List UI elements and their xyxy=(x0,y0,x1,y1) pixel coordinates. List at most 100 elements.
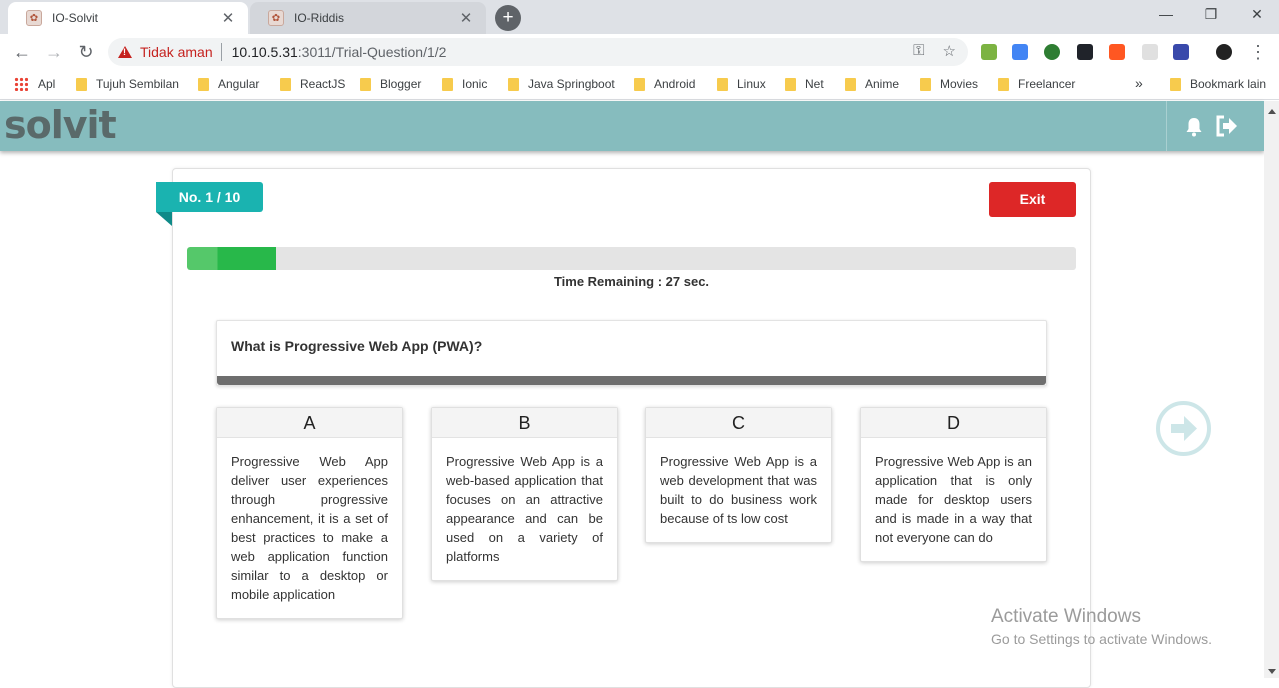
tab-title: IO-Riddis xyxy=(294,11,345,25)
key-icon[interactable]: ⚿ xyxy=(913,42,924,60)
close-icon[interactable]: ✕ xyxy=(458,9,474,27)
answer-option-c[interactable]: C Progressive Web App is a web developme… xyxy=(645,407,832,543)
bookmark-label: Ionic xyxy=(462,77,488,91)
bookmarks-overflow-button[interactable]: » xyxy=(1135,75,1143,91)
folder-icon xyxy=(76,77,87,91)
answer-option-b[interactable]: B Progressive Web App is a web-based app… xyxy=(431,407,618,581)
scroll-up-arrow-icon[interactable] xyxy=(1268,109,1276,114)
bell-icon[interactable] xyxy=(1184,117,1204,137)
option-text: Progressive Web App is an application th… xyxy=(875,454,1032,545)
close-icon[interactable]: ✕ xyxy=(220,9,236,27)
next-question-arrow-icon[interactable] xyxy=(1156,401,1211,456)
bookmark-folder[interactable]: ReactJS xyxy=(280,77,345,91)
bookmark-label: Freelancer xyxy=(1018,77,1076,91)
bookmark-label: Linux xyxy=(737,77,766,91)
bookmark-label: Bookmark lain xyxy=(1190,77,1267,91)
time-progress-bar xyxy=(187,247,1076,270)
browser-tab-strip: ✿ IO-Solvit ✕ ✿ IO-Riddis ✕ + — ❐ ✕ xyxy=(0,0,1279,34)
app-logo[interactable]: solvit xyxy=(4,103,117,147)
folder-icon xyxy=(634,77,645,91)
bookmark-folder[interactable]: Linux xyxy=(717,77,766,91)
back-arrow-icon[interactable]: ← xyxy=(10,40,34,64)
forward-arrow-icon[interactable]: → xyxy=(42,40,66,64)
site-favicon-icon: ✿ xyxy=(26,10,42,26)
time-progress-fill xyxy=(187,247,276,270)
bookmark-folder[interactable]: Net xyxy=(785,77,824,91)
bookmark-label: ReactJS xyxy=(300,77,346,91)
divider xyxy=(220,43,222,61)
option-text: Progressive Web App is a web development… xyxy=(660,454,817,526)
exit-button[interactable]: Exit xyxy=(989,182,1076,217)
flag-extension-icon[interactable] xyxy=(1173,44,1189,60)
star-icon[interactable]: ☆ xyxy=(943,42,956,60)
option-letter: B xyxy=(432,408,617,438)
bookmark-folder[interactable]: Angular xyxy=(198,77,259,91)
question-footer-bar xyxy=(217,376,1046,385)
bookmark-label: Apl xyxy=(38,77,56,91)
scroll-down-arrow-icon[interactable] xyxy=(1268,669,1276,674)
tab-title: IO-Solvit xyxy=(52,11,99,25)
bookmark-label: Net xyxy=(805,77,824,91)
windows-activation-subtitle: Go to Settings to activate Windows. xyxy=(991,631,1212,647)
folder-icon xyxy=(845,77,856,91)
folder-icon xyxy=(360,77,371,91)
folder-icon xyxy=(785,77,796,91)
question-text: What is Progressive Web App (PWA)? xyxy=(231,338,483,354)
bookmark-folder[interactable]: Movies xyxy=(920,77,978,91)
react-devtools-icon[interactable] xyxy=(1077,44,1093,60)
answer-option-d[interactable]: D Progressive Web App is an application … xyxy=(860,407,1047,562)
bookmark-label: Movies xyxy=(940,77,979,91)
folder-icon xyxy=(442,77,453,91)
logout-icon[interactable] xyxy=(1215,115,1239,137)
folder-icon xyxy=(998,77,1009,91)
security-label[interactable]: Tidak aman xyxy=(140,44,213,60)
apps-grid-icon xyxy=(14,77,28,91)
bookmark-apps[interactable]: Apl xyxy=(14,77,55,91)
translate-extension-icon[interactable] xyxy=(1012,44,1028,60)
bookmark-folder[interactable]: Android xyxy=(634,77,695,91)
browser-toolbar: ← → ↻ Tidak aman 10.10.5.31 :3011/Trial-… xyxy=(0,34,1279,70)
address-bar[interactable]: Tidak aman 10.10.5.31 :3011/Trial-Questi… xyxy=(108,38,968,66)
bookmark-folder[interactable]: Blogger xyxy=(360,77,421,91)
url-host: 10.10.5.31 xyxy=(231,44,298,60)
bookmark-label: Java Springboot xyxy=(528,77,615,91)
browser-tab-io-riddis[interactable]: ✿ IO-Riddis ✕ xyxy=(250,2,486,34)
bookmark-label: Android xyxy=(654,77,696,91)
option-letter: D xyxy=(861,408,1046,438)
browser-tab-io-solvit[interactable]: ✿ IO-Solvit ✕ xyxy=(8,2,248,34)
divider xyxy=(1166,101,1167,151)
profile-avatar[interactable] xyxy=(1216,44,1232,60)
option-letter: A xyxy=(217,408,402,438)
off-extension-icon[interactable] xyxy=(1109,44,1125,60)
bookmark-folder[interactable]: Tujuh Sembilan xyxy=(76,77,179,91)
folder-icon xyxy=(508,77,519,91)
bookmark-label: Angular xyxy=(218,77,260,91)
reload-icon[interactable]: ↻ xyxy=(74,40,98,64)
restore-icon[interactable]: ❐ xyxy=(1201,6,1221,23)
menu-kebab-icon[interactable]: ⋮ xyxy=(1246,40,1270,64)
option-text: Progressive Web App deliver user experie… xyxy=(231,454,388,602)
bookmark-other-folder[interactable]: Bookmark lain xyxy=(1170,77,1266,91)
folder-icon xyxy=(280,77,291,91)
bookmark-folder[interactable]: Anime xyxy=(845,77,899,91)
globe-extension-icon[interactable] xyxy=(1044,44,1060,60)
url-path: :3011/Trial-Question/1/2 xyxy=(297,44,447,60)
bookmark-folder[interactable]: Freelancer xyxy=(998,77,1075,91)
folder-icon xyxy=(198,77,209,91)
new-tab-button[interactable]: + xyxy=(495,5,521,31)
windows-activation-title: Activate Windows xyxy=(991,606,1141,627)
minimize-icon[interactable]: — xyxy=(1156,6,1176,22)
bookmark-folder[interactable]: Java Springboot xyxy=(508,77,615,91)
download-extension-icon[interactable] xyxy=(981,44,997,60)
bookmark-label: Blogger xyxy=(380,77,422,91)
window-close-icon[interactable]: ✕ xyxy=(1247,6,1267,23)
folder-icon xyxy=(1170,77,1181,91)
bookmarks-bar: Apl Tujuh Sembilan Angular ReactJS Blogg… xyxy=(0,70,1279,100)
cast-extension-icon[interactable] xyxy=(1142,44,1158,60)
answer-option-a[interactable]: A Progressive Web App deliver user exper… xyxy=(216,407,403,619)
page-scrollbar[interactable] xyxy=(1264,101,1279,678)
app-header: solvit xyxy=(0,101,1264,151)
option-text: Progressive Web App is a web-based appli… xyxy=(446,454,603,564)
bookmark-folder[interactable]: Ionic xyxy=(442,77,487,91)
bookmark-label: Tujuh Sembilan xyxy=(96,77,179,91)
